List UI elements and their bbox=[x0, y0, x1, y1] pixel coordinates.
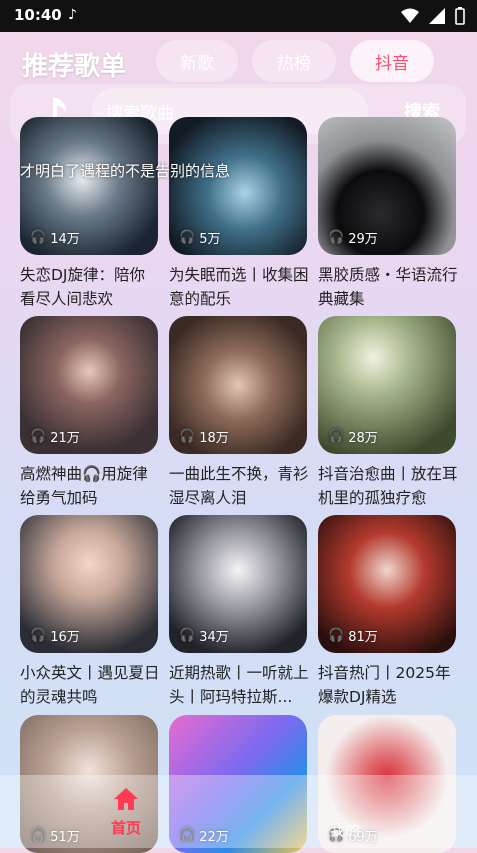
playlist-card[interactable]: 🎧 34万 近期热歌丨一听就上头丨阿玛特拉斯... bbox=[169, 515, 309, 709]
headphones-icon: 🎧 bbox=[30, 230, 47, 245]
headphones-icon: 🎧 bbox=[328, 628, 345, 643]
playlist-card[interactable]: 🎧 28万 抖音治愈曲丨放在耳机里的孤独疗愈 bbox=[318, 316, 458, 510]
music-notification-icon: ♪ bbox=[68, 7, 77, 23]
playlist-title: 一曲此生不换，青衫湿尽离人泪 bbox=[169, 465, 309, 507]
playlist-title: 高燃神曲🎧用旋律给勇气加码 bbox=[20, 465, 148, 507]
playlist-cover: 🎧 18万 bbox=[169, 316, 307, 454]
playlist-card[interactable]: 🎧 16万 小众英文丨遇见夏日的灵魂共鸣 bbox=[20, 515, 160, 709]
tab-label: 新歌 bbox=[180, 53, 214, 74]
playlist-cover: 🎧 16万 bbox=[20, 515, 158, 653]
playlist-title: 黑胶质感・华语流行典藏集 bbox=[318, 266, 458, 308]
play-count: 🎧 21万 bbox=[30, 429, 80, 446]
play-count: 🎧 16万 bbox=[30, 628, 80, 645]
play-count: 🎧 14万 bbox=[30, 230, 80, 247]
playlist-cover: 🎧 34万 bbox=[169, 515, 307, 653]
playlist-card[interactable]: 🎧 29万 黑胶质感・华语流行典藏集 bbox=[318, 117, 458, 311]
play-count: 🎧 29万 bbox=[328, 230, 378, 247]
status-time: 10:40 bbox=[14, 6, 62, 24]
tab-new-songs[interactable]: 新歌 bbox=[156, 40, 238, 82]
play-count: 🎧 28万 bbox=[328, 429, 378, 446]
playlist-title: 失恋DJ旋律：陪你看尽人间悲欢 bbox=[20, 266, 146, 308]
tab-hot-charts[interactable]: 热榜 bbox=[252, 40, 336, 82]
playlist-title: 小众英文丨遇见夏日的灵魂共鸣 bbox=[20, 664, 160, 706]
home-icon bbox=[114, 788, 138, 810]
nav-home[interactable]: 首页 bbox=[100, 787, 152, 838]
headphones-icon: 🎧 bbox=[328, 230, 345, 245]
playlist-cover: 🎧 29万 bbox=[318, 117, 456, 255]
nav-home-label: 首页 bbox=[110, 819, 141, 837]
headphones-icon: 🎧 bbox=[179, 628, 196, 643]
playlist-title: 抖音热门丨2025年爆款DJ精选 bbox=[318, 664, 451, 706]
tab-label: 抖音 bbox=[375, 53, 409, 74]
headphones-icon: 🎧 bbox=[179, 230, 196, 245]
playlist-title: 抖音治愈曲丨放在耳机里的孤独疗愈 bbox=[318, 465, 458, 507]
play-count: 🎧 18万 bbox=[179, 429, 229, 446]
headphones-icon: 🎧 bbox=[30, 628, 47, 643]
playlist-card[interactable]: 🎧 81万 抖音热门丨2025年爆款DJ精选 bbox=[318, 515, 458, 709]
playlist-cover: 🎧 81万 bbox=[318, 515, 456, 653]
page-title: 推荐歌单 bbox=[22, 52, 127, 82]
playlist-title: 近期热歌丨一听就上头丨阿玛特拉斯... bbox=[169, 664, 309, 706]
playlist-card[interactable]: 🎧 14万 失恋DJ旋律：陪你看尽人间悲欢 bbox=[20, 117, 160, 311]
play-count: 🎧 81万 bbox=[328, 628, 378, 645]
floating-lyric: 才明白了遇程的不是告别的信息 bbox=[20, 162, 231, 180]
playlist-cover: 🎧 28万 bbox=[318, 316, 456, 454]
playlist-card[interactable]: 🎧 21万 高燃神曲🎧用旋律给勇气加码 bbox=[20, 316, 160, 510]
headphones-icon: 🎧 bbox=[179, 429, 196, 444]
headphones-icon: 🎧 bbox=[328, 429, 345, 444]
signal-icon bbox=[429, 8, 445, 24]
nav-me[interactable]: 我的 bbox=[330, 819, 360, 840]
playlist-title: 为失眠而选丨收集困意的配乐 bbox=[169, 266, 309, 308]
bottom-nav: 首页 我的 bbox=[0, 775, 477, 848]
playlist-cover: 🎧 14万 bbox=[20, 117, 158, 255]
tab-label: 热榜 bbox=[277, 53, 311, 74]
headphones-icon: 🎧 bbox=[30, 429, 47, 444]
wifi-icon bbox=[401, 8, 419, 23]
playlist-card[interactable]: 🎧 5万 为失眠而选丨收集困意的配乐 bbox=[169, 117, 309, 311]
nav-me-label: 我的 bbox=[330, 821, 361, 839]
playlist-cover: 🎧 5万 bbox=[169, 117, 307, 255]
play-count: 🎧 34万 bbox=[179, 628, 229, 645]
tab-douyin[interactable]: 抖音 bbox=[350, 40, 434, 82]
header: 推荐歌单 新歌 热榜 抖音 bbox=[0, 32, 477, 92]
playlist-card[interactable]: 🎧 18万 一曲此生不换，青衫湿尽离人泪 bbox=[169, 316, 309, 510]
status-bar: 10:40 ♪ bbox=[0, 0, 477, 32]
playlist-cover: 🎧 21万 bbox=[20, 316, 158, 454]
battery-icon bbox=[455, 7, 465, 25]
play-count: 🎧 5万 bbox=[179, 230, 221, 247]
